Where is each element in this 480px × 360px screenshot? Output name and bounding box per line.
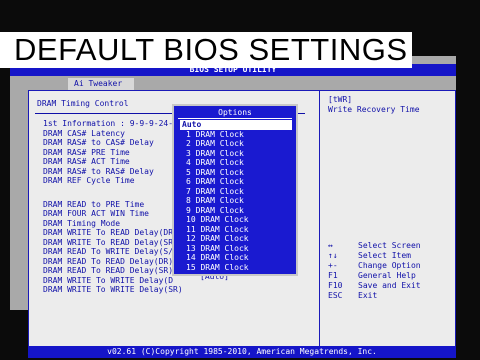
setting-item[interactable]: DRAM WRITE To READ Delay(DR [43,228,183,238]
section-title: DRAM Timing Control [37,99,129,108]
key-action: Select Item [358,251,411,260]
settings-list: 1st Information : 9-9-9-24- DRAM CAS# Lat… [43,119,183,295]
key-legend-row: ↔ Select Screen [328,241,421,251]
setting-item[interactable]: DRAM READ To READ Delay(DR) [43,257,183,267]
key-action: General Help [358,271,416,280]
option-item[interactable]: 15 DRAM Clock [180,263,292,273]
option-item[interactable]: 9 DRAM Clock [180,206,292,216]
key-legend-row: ESC Exit [328,291,421,301]
setting-item[interactable]: DRAM READ to PRE Time [43,200,183,210]
help-pane: [tWR] Write Recovery Time ↔ Select Screen… [319,91,456,347]
option-item[interactable]: 3 DRAM Clock [180,149,292,159]
option-item[interactable]: 10 DRAM Clock [180,215,292,225]
settings-spacer [43,186,183,200]
option-item[interactable]: 7 DRAM Clock [180,187,292,197]
setting-item[interactable]: 1st Information : 9-9-9-24- [43,119,183,129]
option-item[interactable]: 8 DRAM Clock [180,196,292,206]
option-item[interactable]: 4 DRAM Clock [180,158,292,168]
key-action: Change Option [358,261,421,270]
tab-ai-tweaker[interactable]: Ai Tweaker [68,78,134,90]
setting-item[interactable]: DRAM CAS# Latency [43,129,183,139]
key-name: ↑↓ [328,251,338,260]
copyright-footer: v02.61 (C)Copyright 1985-2010, American … [28,346,456,358]
key-name: +- [328,261,338,270]
setting-item[interactable]: DRAM Timing Mode [43,219,183,229]
key-name: ↔ [328,241,333,250]
setting-item[interactable]: DRAM WRITE To WRITE Delay(SR) [43,285,183,295]
option-item[interactable]: 14 DRAM Clock [180,253,292,263]
key-legend-row: F10 Save and Exit [328,281,421,291]
key-legend-row: F1 General Help [328,271,421,281]
options-list[interactable]: Auto 1 DRAM Clock 2 DRAM Clock 3 DRAM Clock… [180,120,292,272]
help-tag: [tWR] [328,95,353,104]
key-action: Save and Exit [358,281,421,290]
setting-item[interactable]: DRAM RAS# PRE Time [43,148,183,158]
setting-item[interactable]: DRAM READ To READ Delay(SR) [43,266,183,276]
option-item[interactable]: 2 DRAM Clock [180,139,292,149]
option-selected[interactable]: Auto [180,120,292,130]
key-legend-row: +- Change Option [328,261,421,271]
setting-item[interactable]: DRAM WRITE To WRITE Delay(D [43,276,183,286]
popup-divider [178,118,292,119]
key-action: Exit [358,291,378,300]
option-item[interactable]: 5 DRAM Clock [180,168,292,178]
option-item[interactable]: 11 DRAM Clock [180,225,292,235]
setting-item[interactable]: DRAM READ To WRITE Delay(S/ [43,247,183,257]
key-legend: ↔ Select Screen ↑↓ Select Item +- Change Opti… [328,241,421,301]
setting-item[interactable]: DRAM FOUR ACT WIN Time [43,209,183,219]
help-description: Write Recovery Time [328,105,420,114]
key-name: F1 [328,271,338,280]
setting-item[interactable]: DRAM WRITE To READ Delay(SR [43,238,183,248]
setting-item[interactable]: DRAM RAS# ACT Time [43,157,183,167]
key-name: ESC [328,291,343,300]
options-popup[interactable]: Options Auto 1 DRAM Clock 2 DRAM Clock 3 DR… [172,104,298,276]
option-item[interactable]: 12 DRAM Clock [180,234,292,244]
setting-item[interactable]: DRAM REF Cycle Time [43,176,183,186]
key-name: F10 [328,281,343,290]
video-caption: DEFAULT BIOS SETTINGS [0,32,412,68]
popup-title: Options [218,108,252,117]
setting-item[interactable]: DRAM RAS# to CAS# Delay [43,138,183,148]
key-action: Select Screen [358,241,421,250]
help-text: [tWR] Write Recovery Time [328,95,420,115]
key-legend-row: ↑↓ Select Item [328,251,421,261]
option-item[interactable]: 13 DRAM Clock [180,244,292,254]
option-item[interactable]: 1 DRAM Clock [180,130,292,140]
option-item[interactable]: 6 DRAM Clock [180,177,292,187]
setting-item[interactable]: DRAM RAS# to RAS# Delay [43,167,183,177]
